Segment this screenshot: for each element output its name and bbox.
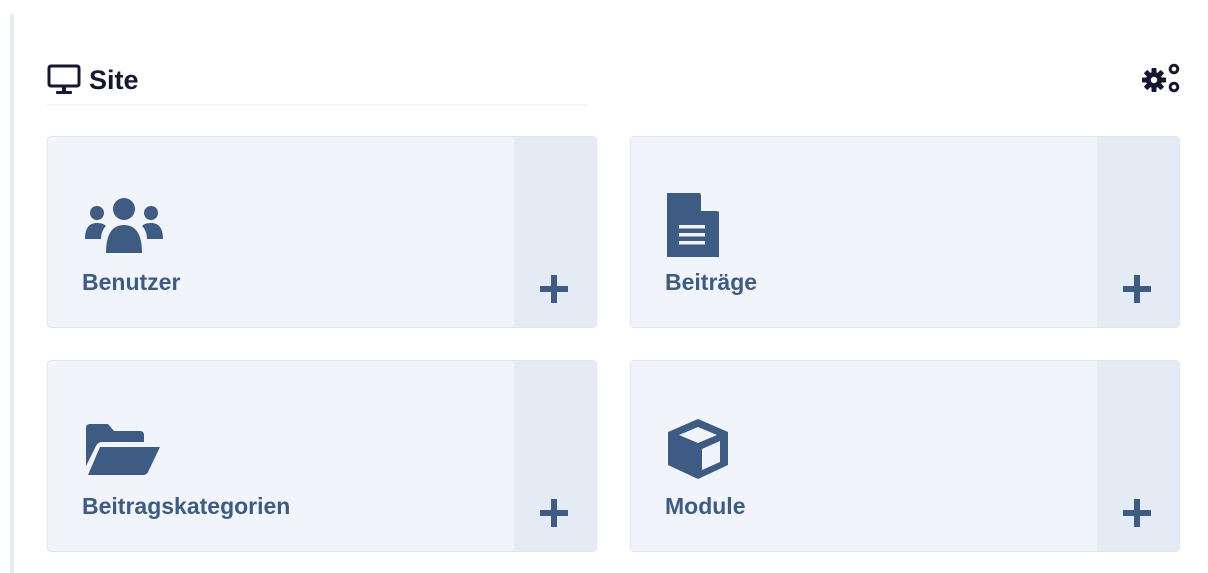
tile-categories: Beitragskategorien bbox=[47, 360, 597, 552]
tile-modules: Module bbox=[630, 360, 1180, 552]
header-divider bbox=[47, 104, 587, 106]
tile-users-label: Benutzer bbox=[82, 269, 181, 295]
cogs-icon bbox=[1139, 61, 1183, 100]
left-border bbox=[10, 14, 14, 573]
add-category-button[interactable] bbox=[514, 361, 596, 551]
module-title-text: Site bbox=[89, 64, 139, 95]
plus-icon bbox=[540, 275, 568, 303]
folder-open-icon bbox=[82, 417, 172, 481]
add-article-button[interactable] bbox=[1097, 137, 1179, 327]
module-settings-button[interactable] bbox=[1139, 58, 1183, 102]
plus-icon bbox=[1123, 275, 1151, 303]
desktop-icon bbox=[47, 64, 81, 96]
file-text-icon bbox=[665, 193, 755, 257]
tile-articles: Beiträge bbox=[630, 136, 1180, 328]
tile-categories-link[interactable]: Beitragskategorien bbox=[48, 361, 514, 551]
cube-icon bbox=[665, 417, 755, 481]
plus-icon bbox=[540, 499, 568, 527]
users-icon bbox=[82, 193, 172, 257]
tile-modules-label: Module bbox=[665, 493, 746, 519]
tile-users-link[interactable]: Benutzer bbox=[48, 137, 514, 327]
tile-categories-label: Beitragskategorien bbox=[82, 493, 291, 519]
tile-modules-link[interactable]: Module bbox=[631, 361, 1097, 551]
tile-articles-link[interactable]: Beiträge bbox=[631, 137, 1097, 327]
site-module-header: Site bbox=[47, 58, 1183, 102]
plus-icon bbox=[1123, 499, 1151, 527]
add-module-button[interactable] bbox=[1097, 361, 1179, 551]
module-title: Site bbox=[47, 64, 139, 96]
add-user-button[interactable] bbox=[514, 137, 596, 327]
tile-articles-label: Beiträge bbox=[665, 269, 758, 295]
tile-users: Benutzer bbox=[47, 136, 597, 328]
